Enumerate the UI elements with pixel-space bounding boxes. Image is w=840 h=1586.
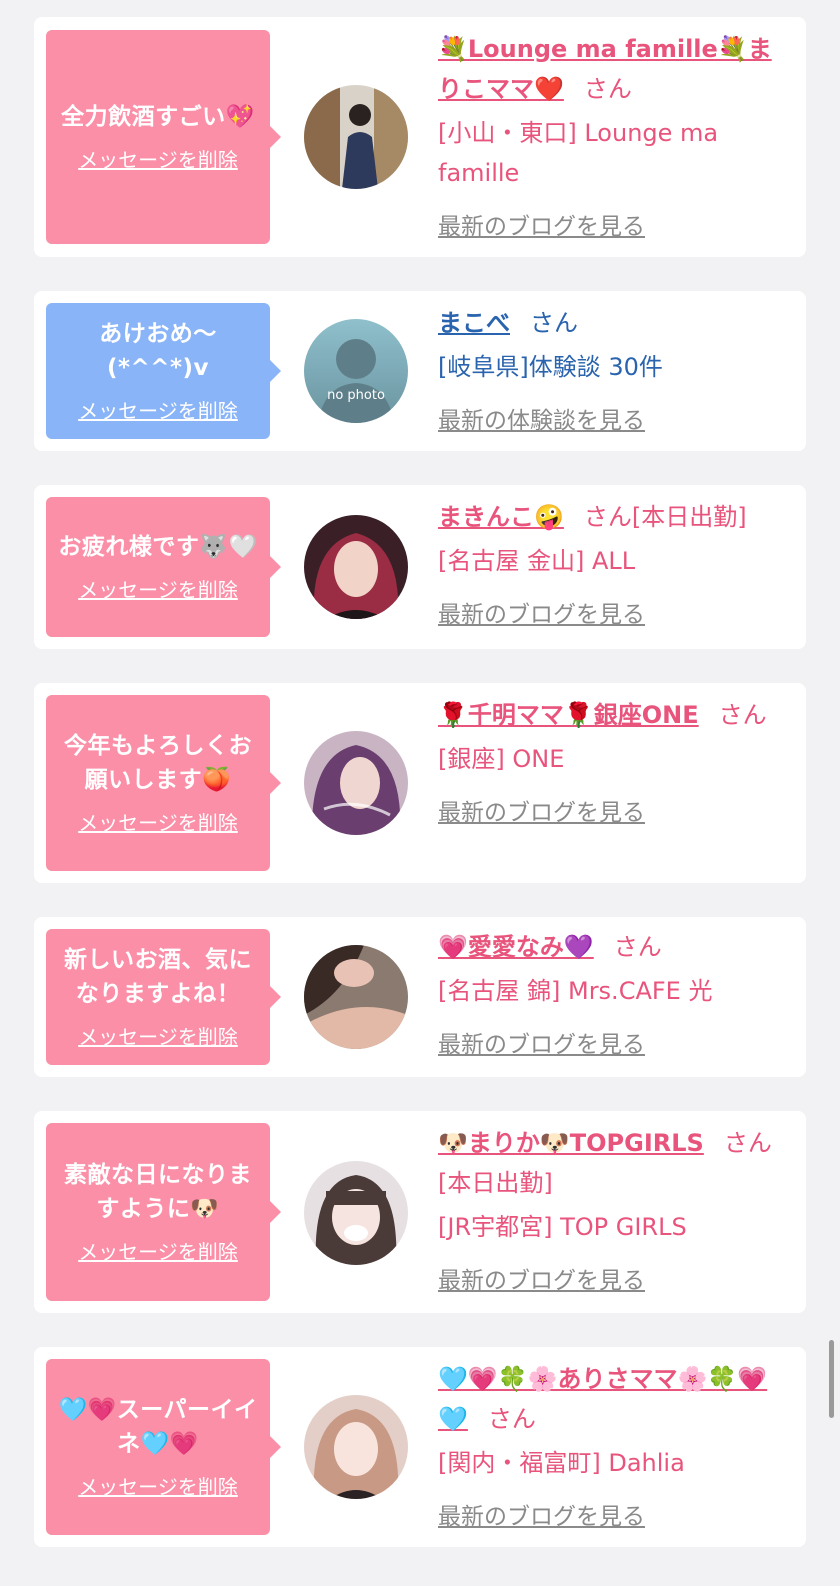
user-avatar[interactable] bbox=[304, 515, 408, 619]
shop-info: [小山・東口] Lounge ma famille bbox=[438, 119, 719, 187]
user-name-link[interactable]: 🐶まりか🐶TOPGIRLS bbox=[438, 1129, 704, 1157]
delete-message-link[interactable]: メッセージを削除 bbox=[78, 1236, 238, 1265]
shop-info: [名古屋 金山] ALL bbox=[438, 547, 636, 575]
svg-text:no photo: no photo bbox=[327, 388, 385, 403]
user-name-link[interactable]: 💗愛愛なみ💜 bbox=[438, 933, 594, 961]
avatar-photo-icon bbox=[304, 85, 408, 189]
latest-blog-link[interactable]: 最新のブログを見る bbox=[438, 793, 645, 833]
user-name-link[interactable]: 🌹千明ママ🌹銀座ONE bbox=[438, 701, 699, 729]
user-name-link[interactable]: まこべ bbox=[438, 309, 510, 337]
no-photo-icon: no photo bbox=[304, 319, 408, 423]
message-bubble: あけおめ〜(*^^*)v メッセージを削除 bbox=[46, 303, 281, 439]
message-card: 全力飲酒すごい💖 メッセージを削除 💐Lounge ma famille💐まりこ… bbox=[34, 17, 806, 257]
message-bubble: お疲れ様です🐺🤍 メッセージを削除 bbox=[46, 497, 281, 637]
message-text: 素敵な日になりますように🐶 bbox=[64, 1162, 252, 1222]
message-card: 素敵な日になりますように🐶 メッセージを削除 🐶まりか🐶TOPGIRLS さん [本… bbox=[34, 1111, 806, 1313]
message-text: あけおめ〜(*^^*)v bbox=[99, 321, 217, 381]
user-avatar[interactable] bbox=[304, 85, 408, 189]
delete-message-link[interactable]: メッセージを削除 bbox=[78, 1021, 238, 1050]
message-card: 今年もよろしくお願いします🍑 メッセージを削除 🌹千明ママ🌹銀座ONE さん [銀… bbox=[34, 683, 806, 883]
honorific: さん bbox=[583, 503, 632, 531]
status-badge: [本日出勤] bbox=[438, 1169, 553, 1197]
message-text: お疲れ様です🐺🤍 bbox=[58, 533, 258, 560]
shop-info: [銀座] ONE bbox=[438, 745, 565, 773]
avatar-photo-icon bbox=[304, 945, 408, 1049]
honorific: さん bbox=[723, 1129, 772, 1157]
scrollbar[interactable] bbox=[829, 1340, 834, 1418]
user-avatar[interactable] bbox=[304, 945, 408, 1049]
status-badge: [本日出勤] bbox=[631, 503, 747, 531]
user-avatar[interactable] bbox=[304, 1161, 408, 1265]
honorific: さん bbox=[487, 1405, 536, 1433]
latest-blog-link[interactable]: 最新のブログを見る bbox=[438, 1261, 645, 1301]
honorific: さん bbox=[530, 309, 578, 337]
delete-message-link[interactable]: メッセージを削除 bbox=[78, 574, 238, 603]
delete-message-link[interactable]: メッセージを削除 bbox=[78, 807, 238, 836]
message-text: 新しいお酒、気になりますよね！ bbox=[64, 947, 252, 1007]
message-card: 🩵💗スーパーイイネ🩵💗 メッセージを削除 🩵💗🍀🌸ありさママ🌸🍀💗🩵 さん [関内… bbox=[34, 1347, 806, 1547]
message-bubble: 今年もよろしくお願いします🍑 メッセージを削除 bbox=[46, 695, 281, 871]
message-bubble: 素敵な日になりますように🐶 メッセージを削除 bbox=[46, 1123, 281, 1301]
honorific: さん bbox=[583, 75, 632, 103]
message-card: 新しいお酒、気になりますよね！ メッセージを削除 💗愛愛なみ💜 さん [名古屋 錦… bbox=[34, 917, 806, 1077]
message-card: あけおめ〜(*^^*)v メッセージを削除 no photo まこべ さん [岐… bbox=[34, 291, 806, 451]
avatar-photo-icon bbox=[304, 1161, 408, 1265]
honorific: さん bbox=[718, 701, 767, 729]
latest-review-link[interactable]: 最新の体験談を見る bbox=[438, 401, 645, 441]
message-bubble: 🩵💗スーパーイイネ🩵💗 メッセージを削除 bbox=[46, 1359, 281, 1535]
user-name-link[interactable]: まきんこ🤪 bbox=[438, 503, 564, 531]
latest-blog-link[interactable]: 最新のブログを見る bbox=[438, 1025, 645, 1065]
latest-blog-link[interactable]: 最新のブログを見る bbox=[438, 1497, 645, 1537]
shop-info: [JR宇都宮] TOP GIRLS bbox=[438, 1213, 687, 1241]
delete-message-link[interactable]: メッセージを削除 bbox=[78, 1471, 238, 1500]
message-bubble: 新しいお酒、気になりますよね！ メッセージを削除 bbox=[46, 929, 281, 1065]
delete-message-link[interactable]: メッセージを削除 bbox=[78, 395, 238, 424]
shop-info: [岐阜県]体験談 30件 bbox=[438, 353, 663, 381]
avatar-photo-icon bbox=[304, 1395, 408, 1499]
user-avatar[interactable]: no photo bbox=[304, 319, 408, 423]
message-bubble: 全力飲酒すごい💖 メッセージを削除 bbox=[46, 30, 281, 244]
delete-message-link[interactable]: メッセージを削除 bbox=[78, 144, 238, 173]
avatar-photo-icon bbox=[304, 731, 408, 835]
user-avatar[interactable] bbox=[304, 731, 408, 835]
message-text: 全力飲酒すごい💖 bbox=[61, 103, 255, 130]
shop-info: [関内・福富町] Dahlia bbox=[438, 1449, 685, 1477]
avatar-photo-icon bbox=[304, 515, 408, 619]
user-avatar[interactable] bbox=[304, 1395, 408, 1499]
honorific: さん bbox=[613, 933, 662, 961]
message-text: 今年もよろしくお願いします🍑 bbox=[64, 733, 252, 793]
latest-blog-link[interactable]: 最新のブログを見る bbox=[438, 207, 645, 247]
message-card: お疲れ様です🐺🤍 メッセージを削除 まきんこ🤪 さん[本日出勤] [名古屋 金山]… bbox=[34, 485, 806, 649]
shop-info: [名古屋 錦] Mrs.CAFE 光 bbox=[438, 977, 713, 1005]
message-text: 🩵💗スーパーイイネ🩵💗 bbox=[58, 1397, 258, 1457]
latest-blog-link[interactable]: 最新のブログを見る bbox=[438, 595, 645, 635]
